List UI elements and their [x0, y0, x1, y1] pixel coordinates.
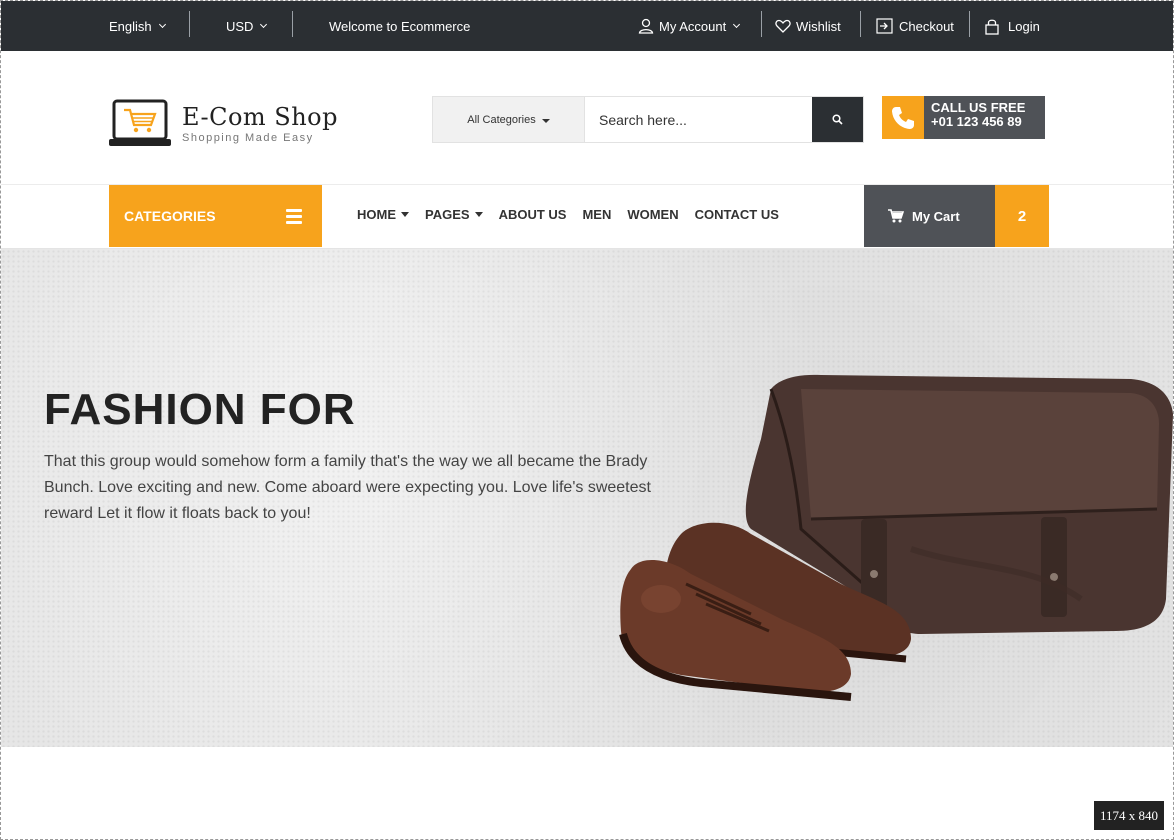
hero-title: FASHION FOR [44, 385, 356, 434]
hero-slider: FASHION FOR That this group would someho… [1, 249, 1173, 747]
categories-toggle[interactable]: CATEGORIES [109, 185, 322, 247]
call-number: +01 123 456 89 [931, 114, 1022, 129]
bag-and-shoes-image [619, 374, 1173, 701]
user-icon [638, 18, 654, 34]
caret-down-icon [401, 211, 409, 217]
welcome-text: Welcome to Ecommerce [329, 18, 471, 34]
category-dropdown-label: All Categories [467, 113, 536, 126]
nav-item-label: MEN [582, 206, 612, 222]
nav-item-label: WOMEN [627, 206, 679, 222]
nav-item-women[interactable]: WOMEN [627, 207, 678, 222]
currency-label: USD [226, 18, 254, 34]
heart-icon [775, 19, 791, 33]
my-account-menu[interactable]: My Account [638, 1, 741, 51]
menu-bars-icon [286, 208, 302, 224]
wishlist-label: Wishlist [796, 18, 841, 34]
cart-count: 2 [995, 185, 1049, 247]
cart-label: My Cart [912, 208, 960, 224]
login-label: Login [1008, 18, 1040, 34]
my-account-label: My Account [659, 18, 727, 34]
phone-icon [892, 106, 914, 129]
cart-icon [888, 209, 904, 223]
search-bar: All Categories [432, 96, 864, 143]
sign-in-icon [876, 18, 893, 34]
top-bar: English USD Welcome to Ecommerce My Acco… [1, 1, 1173, 51]
checkout-label: Checkout [899, 18, 954, 34]
nav-item-about-us[interactable]: ABOUT US [499, 207, 567, 222]
cart-button[interactable]: My Cart 2 [864, 185, 1049, 247]
phone-icon-box [882, 96, 924, 139]
chevron-down-icon [733, 20, 741, 29]
categories-label: CATEGORIES [124, 208, 216, 224]
nav-item-men[interactable]: MEN [582, 207, 611, 222]
search-button[interactable] [812, 97, 863, 142]
hero-description: That this group would somehow form a fam… [44, 453, 651, 522]
size-badge: 1174 x 840 [1094, 801, 1164, 830]
checkout-link[interactable]: Checkout [876, 1, 954, 51]
logo-name: E-Com Shop [182, 103, 338, 131]
language-label: English [109, 18, 152, 34]
nav-item-label: HOME [357, 206, 396, 222]
laptop-cart-icon [109, 99, 171, 146]
wishlist-link[interactable]: Wishlist [775, 1, 841, 51]
caret-down-icon [541, 119, 550, 123]
nav-item-label: CONTACT US [694, 206, 779, 222]
logo-tagline: Shopping Made Easy [182, 132, 314, 144]
search-icon [832, 114, 843, 125]
nav-item-home[interactable]: HOME [357, 207, 409, 222]
search-input[interactable] [585, 97, 812, 142]
nav-item-contact-us[interactable]: CONTACT US [695, 207, 779, 222]
call-us-box: CALL US FREE +01 123 456 89 [882, 96, 1045, 139]
divider [860, 11, 861, 37]
divider [761, 11, 762, 37]
nav-item-label: ABOUT US [498, 206, 567, 222]
call-label: CALL US FREE [931, 100, 1026, 115]
chevron-down-icon [158, 20, 166, 29]
nav-item-label: PAGES [425, 206, 470, 222]
divider [292, 11, 293, 37]
chevron-down-icon [260, 20, 268, 29]
lock-icon [985, 19, 999, 35]
category-dropdown[interactable]: All Categories [433, 97, 585, 142]
currency-selector[interactable]: USD [226, 1, 268, 51]
main-nav: HOME PAGES ABOUT US MEN WOMEN CONTACT US [357, 185, 779, 243]
language-selector[interactable]: English [109, 1, 166, 51]
divider [189, 11, 190, 37]
nav-item-pages[interactable]: PAGES [425, 207, 483, 222]
caret-down-icon [474, 211, 483, 217]
divider [969, 11, 970, 37]
login-link[interactable]: Login [985, 1, 1040, 51]
site-logo[interactable]: E-Com Shop Shopping Made Easy [108, 98, 338, 150]
